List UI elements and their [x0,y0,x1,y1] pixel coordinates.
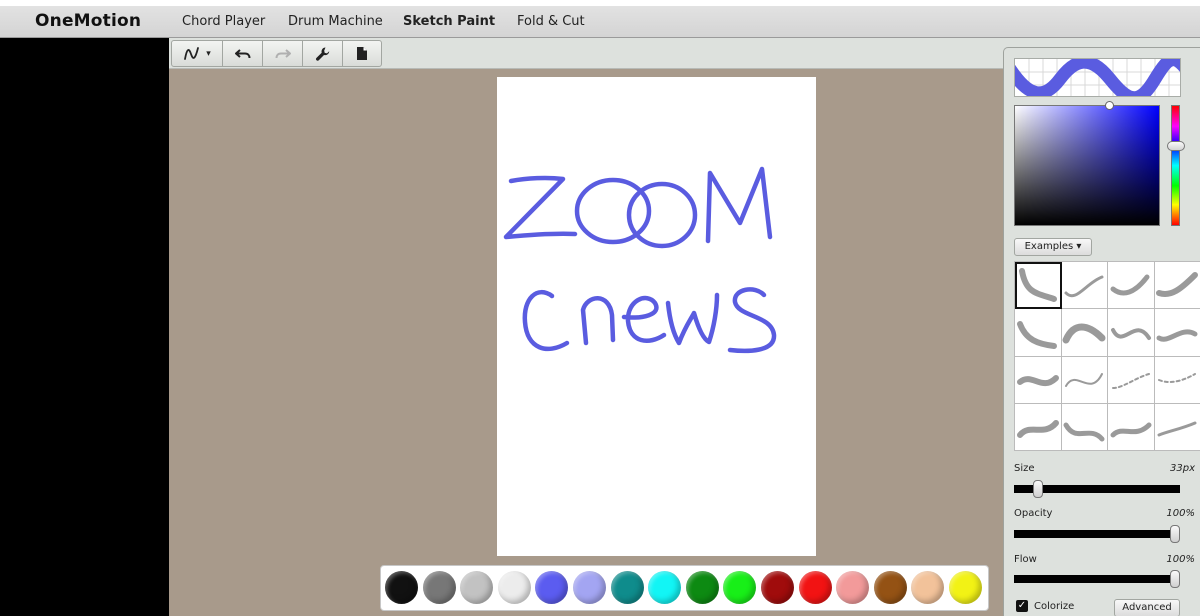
undo-icon [234,48,250,58]
dropdown-caret: ▾ [206,48,211,59]
hue-slider-knob[interactable] [1167,141,1185,151]
brush-stroke-icon [1156,329,1198,343]
color-swatch[interactable] [836,571,870,604]
brush-preset[interactable] [1061,309,1108,357]
color-swatch[interactable] [761,571,794,604]
brush-stroke-icon [1062,323,1106,344]
nav-fold-and-cut[interactable]: Fold & Cut [517,14,585,29]
color-swatch[interactable] [798,571,832,604]
brush-preset[interactable] [1061,262,1108,310]
opacity-value: 100% [1166,508,1195,519]
flow-value: 100% [1166,554,1195,565]
color-swatch[interactable] [873,571,907,604]
brush-stroke-icon [1158,372,1197,383]
brush-stroke-icon [1110,328,1151,341]
size-label: Size [1014,463,1035,474]
brush-preset[interactable] [1154,357,1200,404]
color-swatch[interactable] [610,571,644,604]
new-document-button[interactable] [343,41,381,66]
brush-stroke-icon [184,46,200,60]
nav-drum-machine[interactable]: Drum Machine [288,14,383,29]
brush-stroke-icon [1016,321,1057,350]
brush-stroke-icon [1065,372,1104,387]
opacity-slider-track[interactable] [1014,530,1180,538]
brush-stroke-icon [1156,272,1199,298]
colorize-checkbox[interactable]: ✓ [1016,600,1028,612]
nav-chord-player[interactable]: Chord Player [182,14,265,29]
color-swatch[interactable] [723,571,757,604]
document-icon [357,47,367,60]
brush-preset[interactable] [1015,356,1062,404]
brush-stroke-icon [1063,422,1105,442]
color-swatch[interactable] [385,571,418,604]
top-nav-bar: OneMotion Chord Player Drum Machine Sket… [0,0,1200,38]
undo-button[interactable] [223,41,263,66]
brush-preview [1014,58,1181,97]
brush-preview-wave [1015,59,1180,96]
left-black-area [0,38,169,616]
brush-presets-grid [1014,261,1200,451]
color-swatch[interactable] [648,571,682,604]
saturation-picker-knob[interactable] [1105,101,1114,110]
brush-stroke-icon [1018,268,1057,303]
brush-preset[interactable] [1061,403,1108,451]
canvas-drawing [503,166,777,354]
color-swatch[interactable] [685,571,719,604]
brush-stroke-icon [1110,422,1152,438]
flow-slider-track[interactable] [1014,575,1180,583]
app-logo[interactable]: OneMotion [35,11,141,31]
saturation-value-picker[interactable] [1014,105,1160,226]
brush-preset[interactable] [1154,262,1200,310]
wrench-icon [315,47,329,61]
brush-preset[interactable] [1108,309,1155,357]
drawing-canvas[interactable] [497,77,816,556]
opacity-label: Opacity [1014,508,1053,519]
color-swatch[interactable] [460,571,494,604]
brush-preset[interactable] [1108,403,1155,451]
handwritten-strokes [503,166,777,354]
brush-preset[interactable] [1154,309,1200,357]
brush-preset[interactable] [1015,262,1062,310]
examples-dropdown[interactable]: Examples ▾ [1014,238,1092,256]
size-slider-knob[interactable] [1032,480,1043,498]
size-value: 33px [1170,463,1195,474]
flow-slider-knob[interactable] [1170,570,1180,588]
brush-stroke-icon [1016,374,1059,386]
nav-sketch-paint[interactable]: Sketch Paint [403,14,495,29]
brush-tool-dropdown[interactable]: ▾ [172,41,223,66]
tool-button-group: ▾ [171,40,382,67]
brush-stroke-icon [1064,275,1104,298]
flow-label: Flow [1014,554,1037,565]
brush-stroke-icon [1157,421,1197,437]
settings-button[interactable] [303,41,343,66]
color-swatch[interactable] [911,571,945,604]
color-palette [380,565,989,611]
brush-preset[interactable] [1015,309,1062,357]
brush-settings-panel: Examples ▾ Size 33px Opacity 100% Flow 1… [1003,47,1200,616]
advanced-button[interactable]: Advanced [1114,599,1180,616]
opacity-slider-knob[interactable] [1170,525,1180,543]
hue-slider[interactable] [1171,105,1180,226]
redo-button[interactable] [263,41,303,66]
brush-stroke-icon [1016,419,1059,438]
brush-stroke-icon [1111,372,1150,389]
color-swatch[interactable] [535,571,569,604]
brush-stroke-icon [1110,274,1150,296]
color-swatch[interactable] [573,571,606,604]
color-swatch[interactable] [497,571,531,604]
brush-preset[interactable] [1108,262,1155,310]
color-swatch[interactable] [949,571,982,604]
brush-preset[interactable] [1154,404,1200,451]
brush-preset[interactable] [1061,356,1108,404]
brush-preset[interactable] [1108,356,1155,404]
colorize-label: Colorize [1034,601,1075,612]
color-swatch[interactable] [422,571,456,604]
brush-preset[interactable] [1015,403,1062,451]
redo-icon [275,48,291,58]
